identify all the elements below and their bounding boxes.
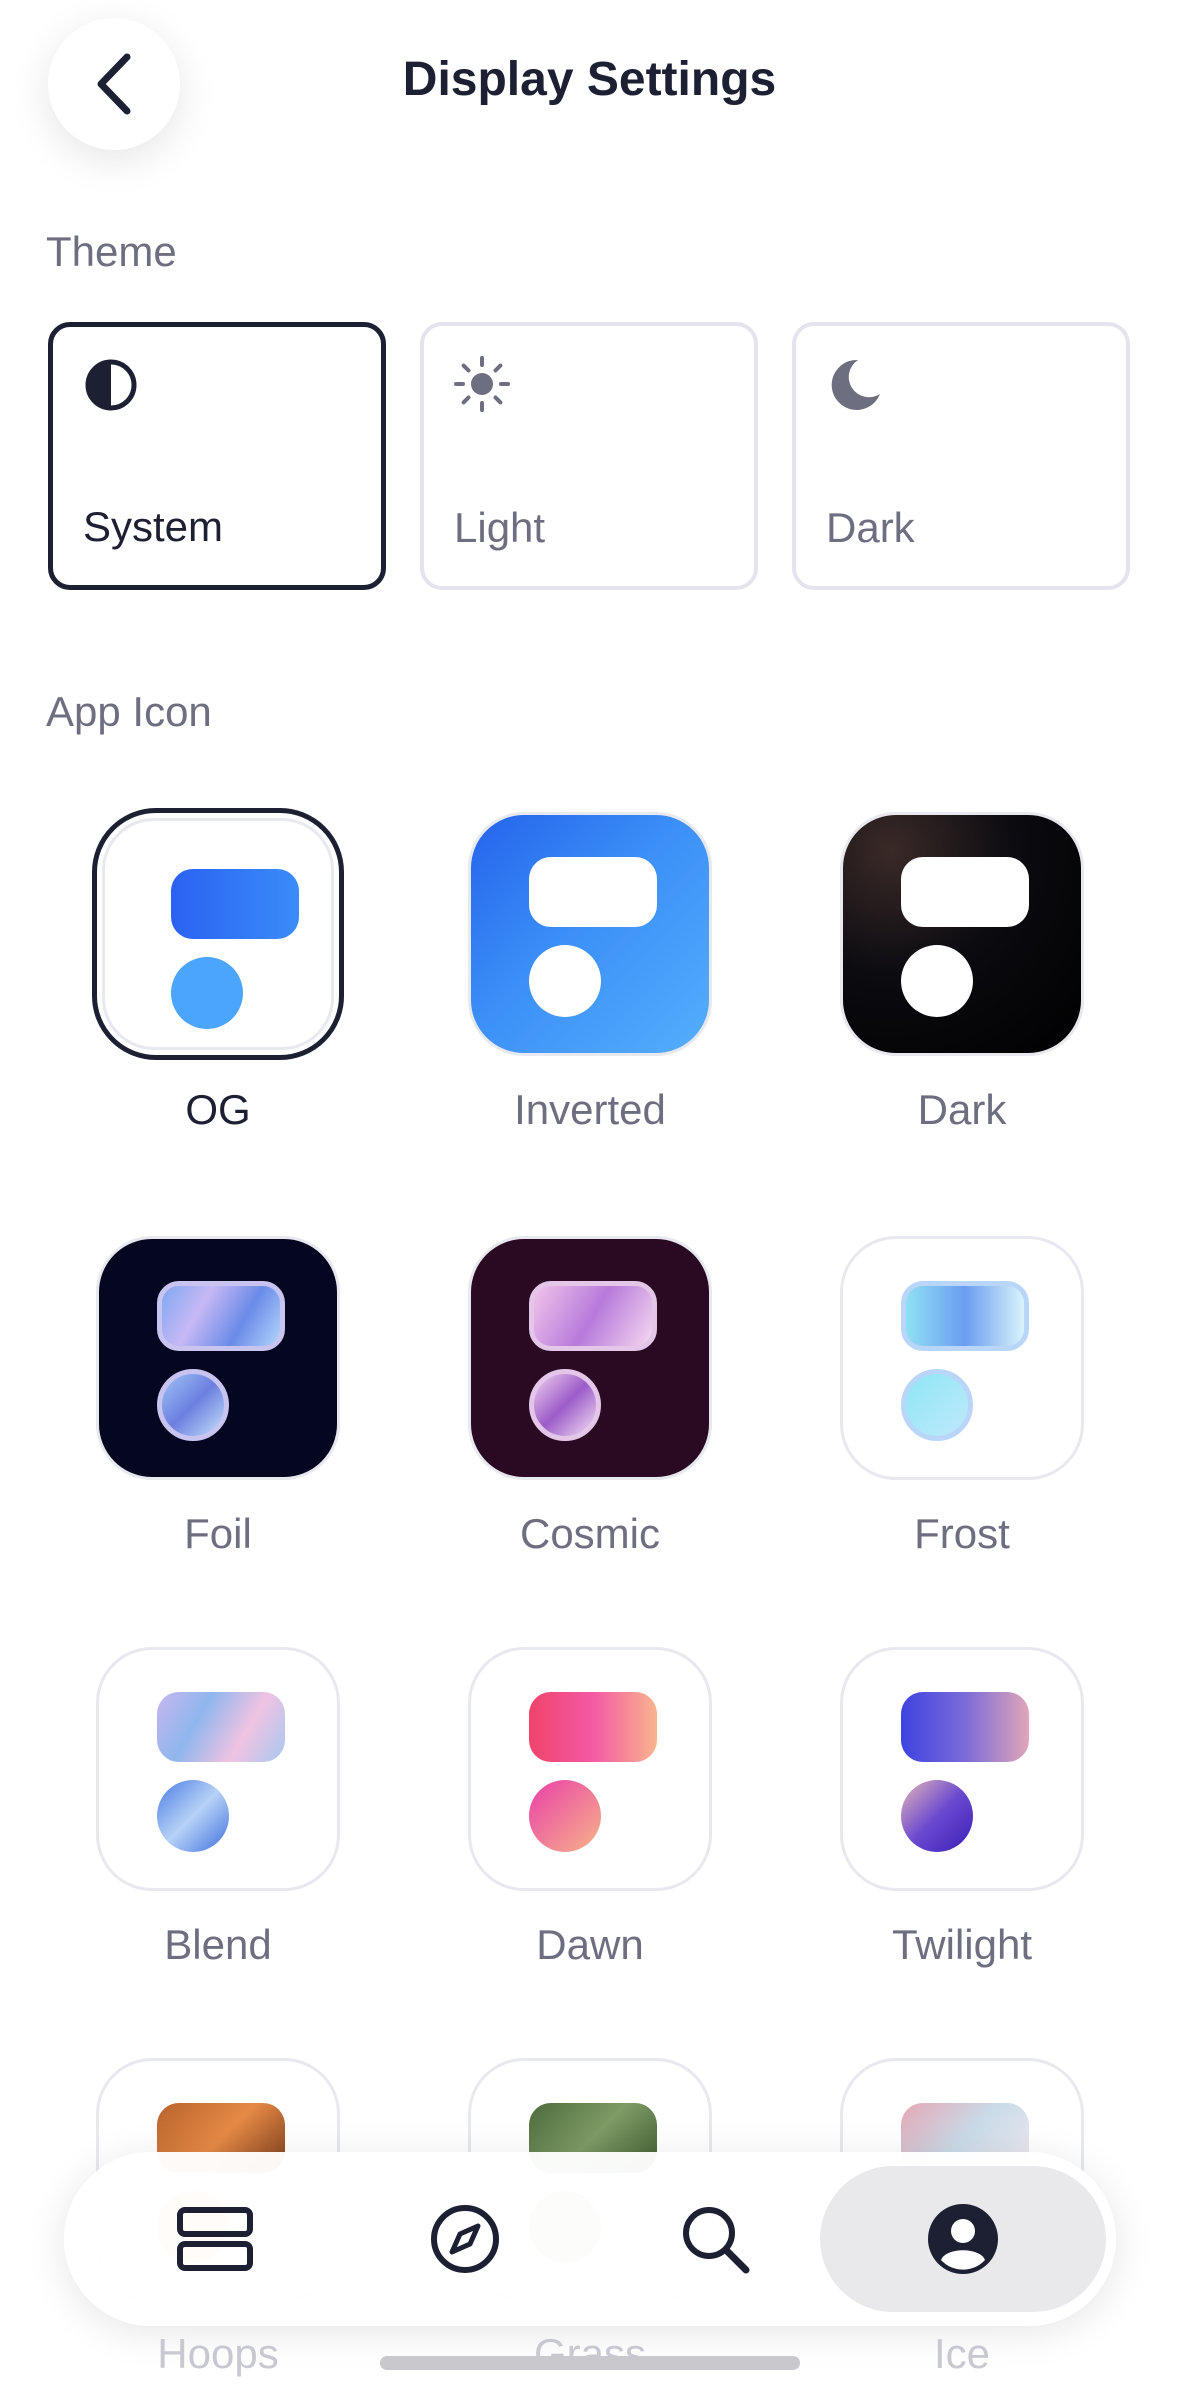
app-icon-label: Foil	[184, 1510, 252, 1557]
moon-icon	[831, 359, 880, 410]
compass-icon	[431, 2205, 499, 2273]
app-icon-preview	[840, 1647, 1084, 1891]
app-icon-dawn[interactable]: Dawn	[440, 1643, 740, 1983]
theme-option-light[interactable]: Light	[420, 322, 758, 590]
theme-option-label: Dark	[826, 504, 915, 551]
app-icon-foil[interactable]: Foil	[68, 1232, 368, 1572]
sun-icon	[454, 356, 510, 412]
app-icon-preview	[468, 812, 712, 1056]
app-icon-preview	[840, 812, 1084, 1056]
theme-option-label: Light	[454, 504, 546, 551]
app-icon-label: Ice	[933, 2330, 991, 2377]
app-icon-label: Twilight	[891, 1921, 1033, 1968]
app-icon-label: Hoops	[157, 2330, 279, 2377]
app-icon-preview	[468, 1236, 712, 1480]
app-icon-cosmic[interactable]: Cosmic	[440, 1232, 740, 1572]
app-icon-label: Grass	[533, 2330, 646, 2377]
theme-option-label: System	[83, 503, 224, 550]
stacked-rectangles-icon	[177, 2207, 253, 2271]
app-icon-preview	[102, 818, 334, 1050]
tab-search[interactable]	[600, 2166, 830, 2312]
app-icon-dark[interactable]: Dark	[812, 808, 1112, 1148]
tab-bar	[64, 2152, 1116, 2326]
app-icon-preview	[96, 1236, 340, 1480]
app-icon-preview	[840, 1236, 1084, 1480]
app-icon-og[interactable]: OG	[68, 808, 368, 1148]
app-icon-inverted[interactable]: Inverted	[440, 808, 740, 1148]
app-icon-label: Dawn	[536, 1921, 644, 1968]
app-icon-label: Blend	[164, 1921, 272, 1968]
app-icon-section-title: App Icon	[46, 688, 212, 735]
search-icon	[683, 2207, 750, 2274]
page-title: Display Settings	[402, 53, 777, 106]
tab-feed[interactable]	[100, 2166, 330, 2312]
theme-section-title: Theme	[46, 228, 177, 275]
tab-explore[interactable]	[350, 2166, 580, 2312]
app-icon-label: Dark	[917, 1086, 1007, 1133]
app-icon-preview	[96, 1647, 340, 1891]
app-icon-label: OG	[185, 1086, 251, 1133]
profile-icon	[928, 2204, 998, 2274]
app-icon-frost[interactable]: Frost	[812, 1232, 1112, 1572]
half-circle-icon	[85, 359, 137, 411]
theme-option-system[interactable]: System	[48, 322, 386, 590]
app-icon-label: Frost	[914, 1510, 1010, 1557]
theme-option-dark[interactable]: Dark	[792, 322, 1130, 590]
home-indicator	[380, 2356, 800, 2370]
tab-profile[interactable]	[820, 2166, 1106, 2312]
app-icon-label: Inverted	[514, 1086, 666, 1133]
app-icon-twilight[interactable]: Twilight	[812, 1643, 1112, 1983]
app-icon-blend[interactable]: Blend	[68, 1643, 368, 1983]
app-icon-preview	[468, 1647, 712, 1891]
app-icon-label: Cosmic	[519, 1510, 660, 1557]
